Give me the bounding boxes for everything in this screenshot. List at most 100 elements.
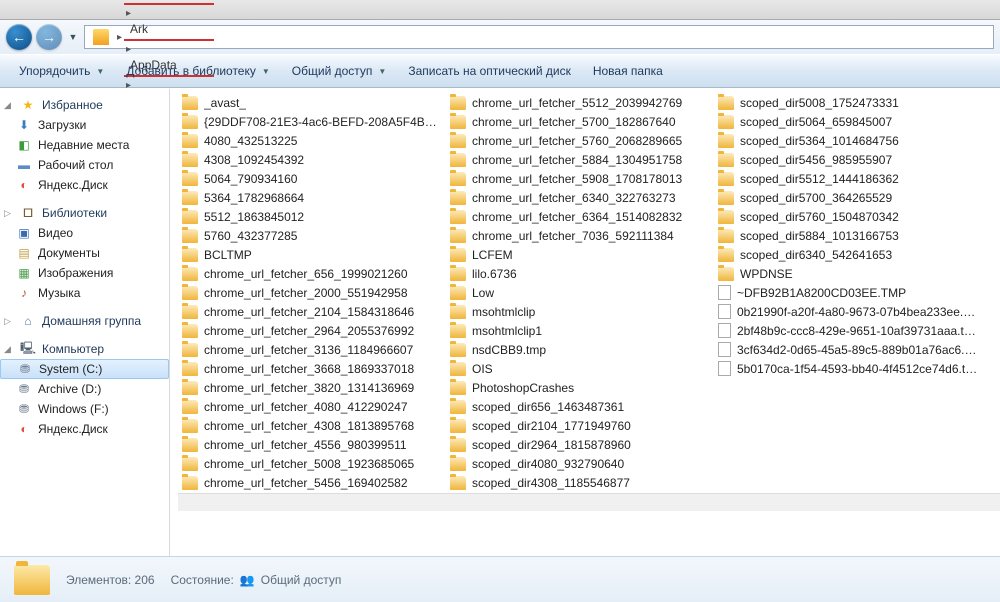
chevron-right-icon[interactable]: ▸: [124, 8, 133, 19]
sidebar-libraries[interactable]: ▷🞑Библиотеки: [0, 203, 169, 223]
folder-item[interactable]: scoped_dir5064_659845007: [714, 112, 982, 131]
file-item[interactable]: 2bf48b9c-ccc8-429e-9651-10af39731aaa.tmp: [714, 321, 982, 340]
add-to-library-button[interactable]: Добавить в библиотеку▼: [117, 59, 278, 83]
folder-item[interactable]: scoped_dir5364_1014684756: [714, 131, 982, 150]
folder-item[interactable]: chrome_url_fetcher_656_1999021260: [178, 264, 446, 283]
chevron-right-icon[interactable]: ▸: [115, 32, 124, 43]
sidebar-computer[interactable]: ◢🖳Компьютер: [0, 339, 169, 359]
address-bar[interactable]: ▸ Компьютер▸System (C:)▸Пользователи▸Ark…: [84, 25, 994, 49]
file-name: scoped_dir5512_1444186362: [740, 172, 899, 186]
folder-icon: [182, 267, 198, 281]
folder-item[interactable]: scoped_dir4308_1185546877: [446, 473, 714, 492]
file-list[interactable]: _avast_{29DDF708-21E3-4ac6-BEFD-208A5F4B…: [170, 89, 1000, 556]
folder-item[interactable]: chrome_url_fetcher_2964_2055376992: [178, 321, 446, 340]
sidebar-item-videos[interactable]: ▣Видео: [0, 223, 169, 243]
sidebar-item-recent[interactable]: ◧Недавние места: [0, 135, 169, 155]
folder-item[interactable]: nsdCBB9.tmp: [446, 340, 714, 359]
folder-item[interactable]: chrome_url_fetcher_5760_2068289665: [446, 131, 714, 150]
folder-item[interactable]: scoped_dir656_1463487361: [446, 397, 714, 416]
folder-icon: [450, 457, 466, 471]
sidebar-item-drive-d[interactable]: ⛃Archive (D:): [0, 379, 169, 399]
sidebar-item-yandex-disk[interactable]: ◐Яндекс.Диск: [0, 175, 169, 195]
sidebar-item-downloads[interactable]: ⬇Загрузки: [0, 115, 169, 135]
folder-item[interactable]: chrome_url_fetcher_5512_2039942769: [446, 93, 714, 112]
sidebar-item-drive-c[interactable]: ⛃System (C:): [0, 359, 169, 379]
folder-item[interactable]: 5064_790934160: [178, 169, 446, 188]
folder-item[interactable]: WPDNSE: [714, 264, 982, 283]
history-dropdown[interactable]: ▼: [66, 24, 80, 50]
new-folder-button[interactable]: Новая папка: [584, 59, 672, 83]
folder-item[interactable]: lilo.6736: [446, 264, 714, 283]
folder-item[interactable]: chrome_url_fetcher_3668_1869337018: [178, 359, 446, 378]
sidebar-item-yandex-disk-drive[interactable]: ◐Яндекс.Диск: [0, 419, 169, 439]
file-icon: [718, 361, 731, 376]
star-icon: ★: [20, 97, 36, 113]
folder-item[interactable]: {29DDF708-21E3-4ac6-BEFD-208A5F4B6B04}: [178, 112, 446, 131]
drive-icon: ⛃: [16, 401, 32, 417]
folder-icon: [182, 153, 198, 167]
sidebar-homegroup[interactable]: ▷⌂Домашняя группа: [0, 311, 169, 331]
folder-item[interactable]: chrome_url_fetcher_5884_1304951758: [446, 150, 714, 169]
folder-icon: [718, 172, 734, 186]
folder-item[interactable]: chrome_url_fetcher_2104_1584318646: [178, 302, 446, 321]
folder-item[interactable]: 5364_1782968664: [178, 188, 446, 207]
sidebar-item-music[interactable]: ♪Музыка: [0, 283, 169, 303]
folder-item[interactable]: chrome_url_fetcher_6340_322763273: [446, 188, 714, 207]
folder-item[interactable]: chrome_url_fetcher_6364_1514082832: [446, 207, 714, 226]
file-name: WPDNSE: [740, 267, 793, 281]
horizontal-scrollbar[interactable]: [178, 493, 1000, 511]
sidebar-favorites[interactable]: ◢★Избранное: [0, 95, 169, 115]
folder-item[interactable]: chrome_url_fetcher_4080_412290247: [178, 397, 446, 416]
folder-item[interactable]: scoped_dir5760_1504870342: [714, 207, 982, 226]
folder-item[interactable]: chrome_url_fetcher_3820_1314136969: [178, 378, 446, 397]
folder-item[interactable]: scoped_dir5008_1752473331: [714, 93, 982, 112]
folder-item[interactable]: 4080_432513225: [178, 131, 446, 150]
sidebar-item-pictures[interactable]: ▦Изображения: [0, 263, 169, 283]
file-item[interactable]: 0b21990f-a20f-4a80-9673-07b4bea233ee.tmp: [714, 302, 982, 321]
folder-item[interactable]: scoped_dir5512_1444186362: [714, 169, 982, 188]
folder-item[interactable]: chrome_url_fetcher_5008_1923685065: [178, 454, 446, 473]
share-button[interactable]: Общий доступ▼: [283, 59, 396, 83]
folder-item[interactable]: chrome_url_fetcher_5456_169402582: [178, 473, 446, 492]
folder-item[interactable]: Low: [446, 283, 714, 302]
folder-item[interactable]: BCLTMP: [178, 245, 446, 264]
file-item[interactable]: 3cf634d2-0d65-45a5-89c5-889b01a76ac6.tmp: [714, 340, 982, 359]
breadcrumb-segment[interactable]: Ark: [124, 19, 214, 41]
file-item[interactable]: ~DFB92B1A8200CD03EE.TMP: [714, 283, 982, 302]
folder-item[interactable]: scoped_dir5700_364265529: [714, 188, 982, 207]
folder-item[interactable]: 5512_1863845012: [178, 207, 446, 226]
sidebar-item-documents[interactable]: ▤Документы: [0, 243, 169, 263]
folder-item[interactable]: chrome_url_fetcher_4308_1813895768: [178, 416, 446, 435]
folder-item[interactable]: _avast_: [178, 93, 446, 112]
folder-item[interactable]: chrome_url_fetcher_5908_1708178013: [446, 169, 714, 188]
folder-item[interactable]: LCFEM: [446, 245, 714, 264]
breadcrumb-segment[interactable]: Пользователи: [124, 0, 214, 5]
burn-button[interactable]: Записать на оптический диск: [399, 59, 580, 83]
folder-icon: [182, 191, 198, 205]
folder-item[interactable]: msohtmlclip1: [446, 321, 714, 340]
folder-item[interactable]: PhotoshopCrashes: [446, 378, 714, 397]
folder-item[interactable]: chrome_url_fetcher_5700_182867640: [446, 112, 714, 131]
folder-item[interactable]: scoped_dir4080_932790640: [446, 454, 714, 473]
folder-item[interactable]: scoped_dir2964_1815878960: [446, 435, 714, 454]
back-button[interactable]: ←: [6, 24, 32, 50]
sidebar-item-desktop[interactable]: ▬Рабочий стол: [0, 155, 169, 175]
folder-item[interactable]: 4308_1092454392: [178, 150, 446, 169]
sidebar-item-drive-f[interactable]: ⛃Windows (F:): [0, 399, 169, 419]
folder-item[interactable]: chrome_url_fetcher_3136_1184966607: [178, 340, 446, 359]
folder-item[interactable]: chrome_url_fetcher_4556_980399511: [178, 435, 446, 454]
folder-item[interactable]: OIS: [446, 359, 714, 378]
folder-item[interactable]: chrome_url_fetcher_7036_592111384: [446, 226, 714, 245]
chevron-right-icon[interactable]: ▸: [124, 44, 133, 55]
folder-item[interactable]: 5760_432377285: [178, 226, 446, 245]
folder-item[interactable]: scoped_dir5884_1013166753: [714, 226, 982, 245]
folder-item[interactable]: scoped_dir6340_542641653: [714, 245, 982, 264]
folder-item[interactable]: msohtmlclip: [446, 302, 714, 321]
organize-button[interactable]: Упорядочить▼: [10, 59, 113, 83]
breadcrumb-root[interactable]: [87, 26, 115, 48]
folder-item[interactable]: scoped_dir2104_1771949760: [446, 416, 714, 435]
folder-item[interactable]: chrome_url_fetcher_2000_551942958: [178, 283, 446, 302]
forward-button[interactable]: →: [36, 24, 62, 50]
folder-item[interactable]: scoped_dir5456_985955907: [714, 150, 982, 169]
file-item[interactable]: 5b0170ca-1f54-4593-bb40-4f4512ce74d6.tmp: [714, 359, 982, 378]
